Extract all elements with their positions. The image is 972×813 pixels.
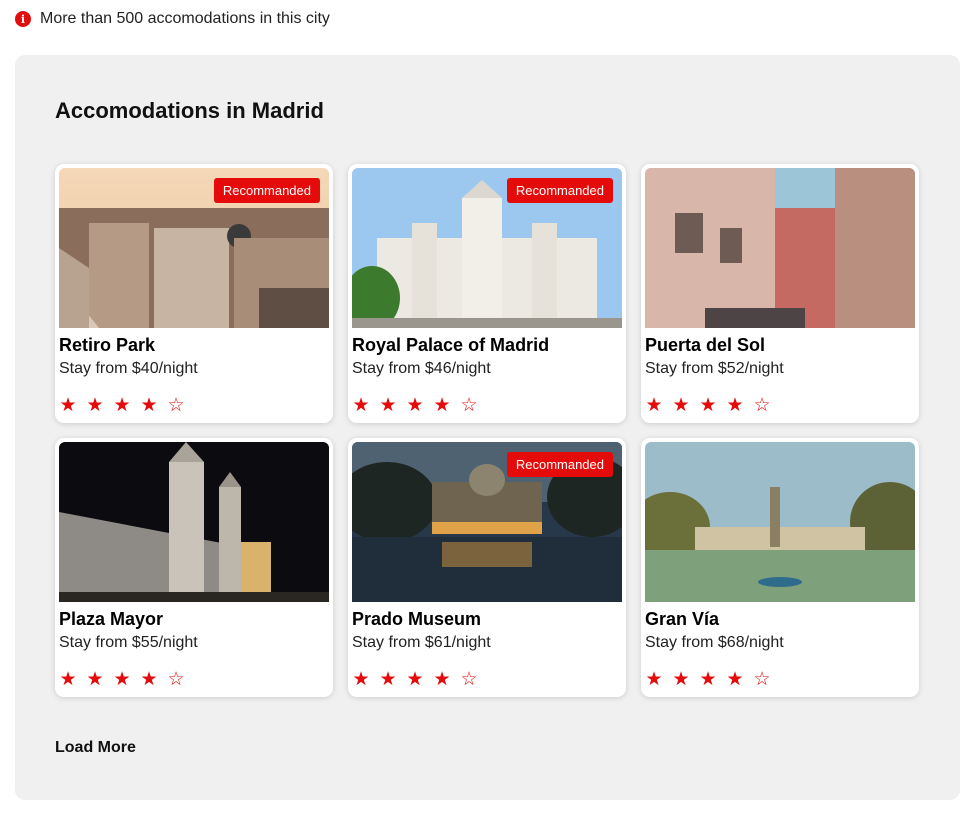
accommodation-card[interactable]: Puerta del Sol Stay from $52/night ★ ★ ★…	[641, 164, 919, 423]
notice-text: More than 500 accomodations in this city	[40, 10, 330, 27]
card-photo: Recommanded	[352, 442, 622, 602]
card-title: Royal Palace of Madrid	[352, 335, 550, 355]
accommodation-card[interactable]: Recommanded Royal Palace of Madrid Stay …	[348, 164, 626, 423]
accommodation-grid: Recommanded Retiro Park Stay from $40/ni…	[55, 164, 919, 697]
star-filled-icon: ★	[140, 669, 158, 690]
star-filled-icon: ★	[433, 669, 451, 690]
card-title: Plaza Mayor	[59, 609, 164, 629]
accommodation-card[interactable]: Gran Vía Stay from $68/night ★ ★ ★ ★ ☆	[641, 438, 919, 697]
star-rating: ★ ★ ★ ★ ☆	[59, 396, 185, 415]
accommodation-card[interactable]: Recommanded Prado Museum Stay from $61/n…	[348, 438, 626, 697]
star-filled-icon: ★	[433, 395, 451, 416]
card-price: Stay from $68/night	[645, 634, 784, 651]
star-filled-icon: ★	[86, 395, 104, 416]
star-filled-icon: ★	[406, 395, 424, 416]
load-more-button[interactable]: Load More	[55, 739, 136, 757]
card-price: Stay from $46/night	[352, 360, 491, 377]
star-filled-icon: ★	[406, 669, 424, 690]
star-rating: ★ ★ ★ ★ ☆	[645, 670, 771, 689]
star-empty-icon: ☆	[167, 669, 185, 690]
card-title: Retiro Park	[59, 335, 156, 355]
card-title: Gran Vía	[645, 609, 720, 629]
star-filled-icon: ★	[352, 669, 370, 690]
notice-bar: i More than 500 accomodations in this ci…	[15, 9, 330, 29]
star-filled-icon: ★	[379, 669, 397, 690]
recommended-badge: Recommanded	[213, 178, 320, 203]
star-filled-icon: ★	[59, 395, 77, 416]
star-filled-icon: ★	[59, 669, 77, 690]
accommodation-card[interactable]: Plaza Mayor Stay from $55/night ★ ★ ★ ★ …	[55, 438, 333, 697]
star-filled-icon: ★	[352, 395, 370, 416]
star-filled-icon: ★	[86, 669, 104, 690]
star-filled-icon: ★	[726, 395, 744, 416]
star-filled-icon: ★	[113, 395, 131, 416]
star-empty-icon: ☆	[753, 669, 771, 690]
star-rating: ★ ★ ★ ★ ☆	[645, 396, 771, 415]
card-photo	[645, 442, 915, 602]
star-filled-icon: ★	[726, 669, 744, 690]
card-photo	[645, 168, 915, 328]
card-title: Puerta del Sol	[645, 335, 766, 355]
star-filled-icon: ★	[699, 669, 717, 690]
star-rating: ★ ★ ★ ★ ☆	[352, 396, 478, 415]
star-filled-icon: ★	[645, 669, 663, 690]
star-rating: ★ ★ ★ ★ ☆	[59, 670, 185, 689]
card-price: Stay from $61/night	[352, 634, 491, 651]
recommended-badge: Recommanded	[506, 178, 613, 203]
card-photo	[59, 442, 329, 602]
star-filled-icon: ★	[379, 395, 397, 416]
star-empty-icon: ☆	[460, 395, 478, 416]
card-title: Prado Museum	[352, 609, 482, 629]
info-icon: i	[15, 11, 31, 27]
section-title: Accomodations in Madrid	[55, 98, 324, 123]
star-filled-icon: ★	[672, 669, 690, 690]
star-empty-icon: ☆	[753, 395, 771, 416]
star-filled-icon: ★	[645, 395, 663, 416]
accommodations-panel: Accomodations in Madrid Recommanded Reti…	[15, 55, 960, 800]
card-price: Stay from $40/night	[59, 360, 198, 377]
star-filled-icon: ★	[140, 395, 158, 416]
accommodation-card[interactable]: Recommanded Retiro Park Stay from $40/ni…	[55, 164, 333, 423]
star-rating: ★ ★ ★ ★ ☆	[352, 670, 478, 689]
card-price: Stay from $55/night	[59, 634, 198, 651]
card-photo: Recommanded	[352, 168, 622, 328]
star-filled-icon: ★	[672, 395, 690, 416]
star-filled-icon: ★	[113, 669, 131, 690]
card-photo: Recommanded	[59, 168, 329, 328]
card-price: Stay from $52/night	[645, 360, 784, 377]
star-empty-icon: ☆	[460, 669, 478, 690]
star-empty-icon: ☆	[167, 395, 185, 416]
recommended-badge: Recommanded	[506, 452, 613, 477]
star-filled-icon: ★	[699, 395, 717, 416]
